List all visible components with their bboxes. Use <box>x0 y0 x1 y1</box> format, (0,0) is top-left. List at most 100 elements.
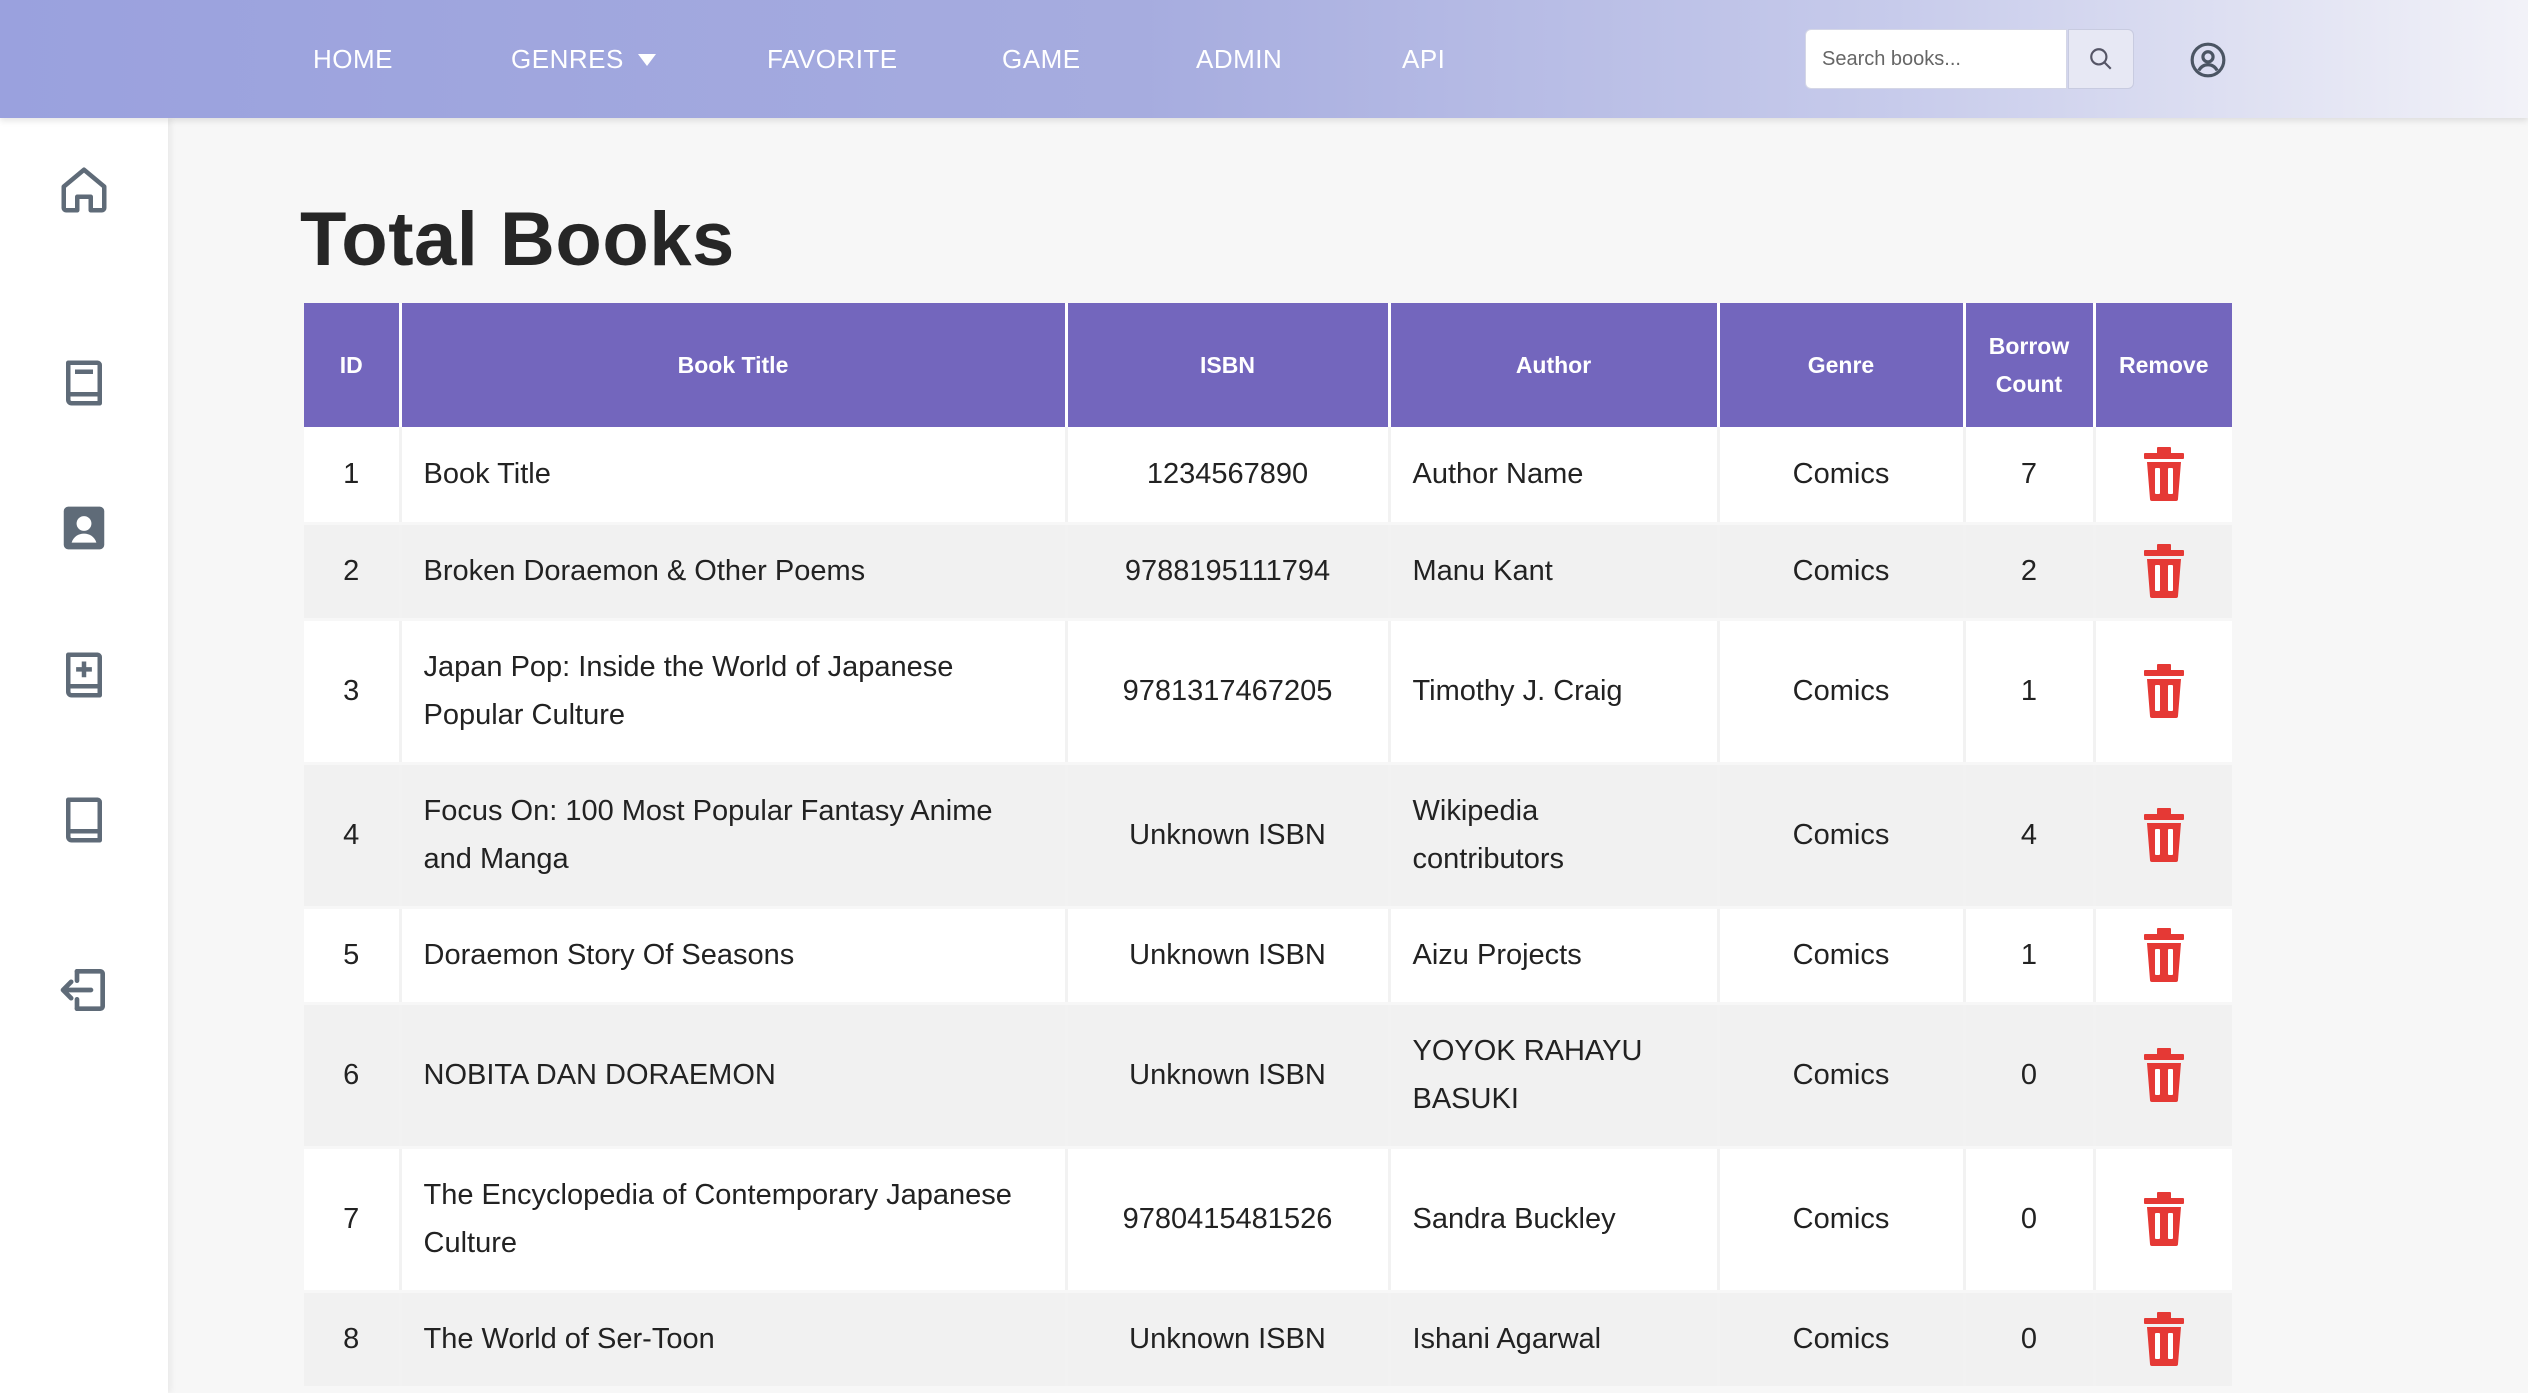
logout-icon <box>60 969 105 1011</box>
sidebar <box>0 118 168 1393</box>
user-circle-icon <box>2190 42 2226 78</box>
cell-isbn: Unknown ISBN <box>1066 1003 1391 1149</box>
book-icon <box>66 797 102 843</box>
caret-down-icon <box>637 54 656 66</box>
header-isbn[interactable]: ISBN <box>1066 303 1391 427</box>
header-genre[interactable]: Genre <box>1718 303 1966 427</box>
table-row: 3 Japan Pop: Inside the World of Japanese… <box>304 619 2232 765</box>
cell-book-title: NOBITA DAN DORAEMON <box>400 1003 1068 1149</box>
cell-author: Sandra Buckley <box>1389 1147 1720 1293</box>
sidebar-item-members[interactable] <box>52 496 116 560</box>
nav-game[interactable]: GAME <box>1002 0 1081 118</box>
cell-isbn: 9780415481526 <box>1066 1147 1391 1293</box>
remove-cell <box>2094 763 2232 909</box>
cell-genre: Comics <box>1718 427 1966 525</box>
trash-icon <box>2143 447 2184 502</box>
cell-author: Manu Kant <box>1389 523 1720 621</box>
nav-api[interactable]: API <box>1402 0 1445 118</box>
header-borrow-count[interactable]: Borrow Count <box>1964 303 2096 427</box>
table-row: 1 Book Title 1234567890 Author Name Comics 7 <box>304 427 2232 525</box>
remove-cell <box>2094 523 2232 621</box>
remove-cell <box>2094 1291 2232 1389</box>
cell-id: 8 <box>304 1291 402 1389</box>
nav-admin[interactable]: ADMIN <box>1196 0 1282 118</box>
delete-button[interactable] <box>2118 664 2211 718</box>
cell-isbn: 1234567890 <box>1066 427 1391 525</box>
cell-book-title: Japan Pop: Inside the World of Japanese … <box>400 619 1068 765</box>
table-row: 5 Doraemon Story Of Seasons Unknown ISBN Ai… <box>304 907 2232 1005</box>
cell-borrow-count: 0 <box>1964 1147 2096 1293</box>
sidebar-item-logout[interactable] <box>52 958 116 1022</box>
cell-isbn: 9788195111794 <box>1066 523 1391 621</box>
header-remove: Remove <box>2094 303 2232 427</box>
cell-id: 5 <box>304 907 402 1005</box>
delete-button[interactable] <box>2118 544 2211 598</box>
nav-favorite[interactable]: FAVORITE <box>767 0 898 118</box>
cell-book-title: Broken Doraemon & Other Poems <box>400 523 1068 621</box>
table-header-row: ID Book Title ISBN Author Genre Borrow C… <box>304 303 2232 427</box>
trash-icon <box>2143 664 2184 718</box>
cell-isbn: 9781317467205 <box>1066 619 1391 765</box>
cell-id: 2 <box>304 523 402 621</box>
sidebar-item-library[interactable] <box>52 788 116 852</box>
nav-genres-label: GENRES <box>511 43 624 74</box>
cell-id: 7 <box>304 1147 402 1293</box>
nav-home[interactable]: HOME <box>313 0 393 118</box>
table-row: 6 NOBITA DAN DORAEMON Unknown ISBN YOYOK RA… <box>304 1003 2232 1149</box>
remove-cell <box>2094 907 2232 1005</box>
remove-cell <box>2094 619 2232 765</box>
user-profile-button[interactable] <box>2186 38 2230 82</box>
cell-author: Author Name <box>1389 427 1720 525</box>
trash-icon <box>2143 928 2184 982</box>
header-id[interactable]: ID <box>304 303 402 427</box>
cell-borrow-count: 0 <box>1964 1003 2096 1149</box>
sidebar-item-books[interactable] <box>52 351 116 415</box>
cell-author: Ishani Agarwal <box>1389 1291 1720 1389</box>
remove-cell <box>2094 1147 2232 1293</box>
delete-button[interactable] <box>2118 808 2211 862</box>
search-button[interactable] <box>2068 29 2134 89</box>
page-title: Total Books <box>300 197 735 282</box>
trash-icon <box>2143 1192 2184 1246</box>
cell-genre: Comics <box>1718 523 1966 621</box>
top-navbar: HOME GENRES FAVORITE GAME ADMIN API <box>0 0 2528 118</box>
cell-borrow-count: 1 <box>1964 619 2096 765</box>
trash-icon <box>2143 1312 2184 1366</box>
cell-isbn: Unknown ISBN <box>1066 763 1391 909</box>
cell-borrow-count: 0 <box>1964 1291 2096 1389</box>
add-book-icon <box>66 652 102 698</box>
cell-borrow-count: 1 <box>1964 907 2096 1005</box>
cell-borrow-count: 4 <box>1964 763 2096 909</box>
cell-borrow-count: 7 <box>1964 427 2096 525</box>
cell-book-title: The Encyclopedia of Contemporary Japanes… <box>400 1147 1068 1293</box>
table-row: 8 The World of Ser-Toon Unknown ISBN Ishani… <box>304 1291 2232 1389</box>
delete-button[interactable] <box>2118 928 2211 982</box>
search-input[interactable] <box>1805 29 2067 89</box>
search-icon <box>2090 48 2112 70</box>
cell-author: Aizu Projects <box>1389 907 1720 1005</box>
sidebar-item-home[interactable] <box>52 158 116 222</box>
header-author[interactable]: Author <box>1389 303 1720 427</box>
cell-genre: Comics <box>1718 1003 1966 1149</box>
cell-author: YOYOK RAHAYU BASUKI <box>1389 1003 1720 1149</box>
header-book-title[interactable]: Book Title <box>400 303 1068 427</box>
delete-button[interactable] <box>2118 447 2211 502</box>
table-row: 7 The Encyclopedia of Contemporary Japane… <box>304 1147 2232 1293</box>
sidebar-item-add-book[interactable] <box>52 643 116 707</box>
delete-button[interactable] <box>2118 1312 2211 1366</box>
cell-id: 3 <box>304 619 402 765</box>
nav-genres[interactable]: GENRES <box>511 0 656 118</box>
delete-button[interactable] <box>2118 1192 2211 1246</box>
delete-button[interactable] <box>2118 1048 2211 1102</box>
cell-isbn: Unknown ISBN <box>1066 1291 1391 1389</box>
cell-borrow-count: 2 <box>1964 523 2096 621</box>
cell-genre: Comics <box>1718 1147 1966 1293</box>
cell-book-title: Doraemon Story Of Seasons <box>400 907 1068 1005</box>
home-icon <box>61 167 107 213</box>
cell-author: Wikipedia contributors <box>1389 763 1720 909</box>
cell-genre: Comics <box>1718 907 1966 1005</box>
trash-icon <box>2143 1048 2184 1102</box>
table-row: 4 Focus On: 100 Most Popular Fantasy Anim… <box>304 763 2232 909</box>
books-table: ID Book Title ISBN Author Genre Borrow C… <box>304 303 2232 1389</box>
cell-book-title: The World of Ser-Toon <box>400 1291 1068 1389</box>
